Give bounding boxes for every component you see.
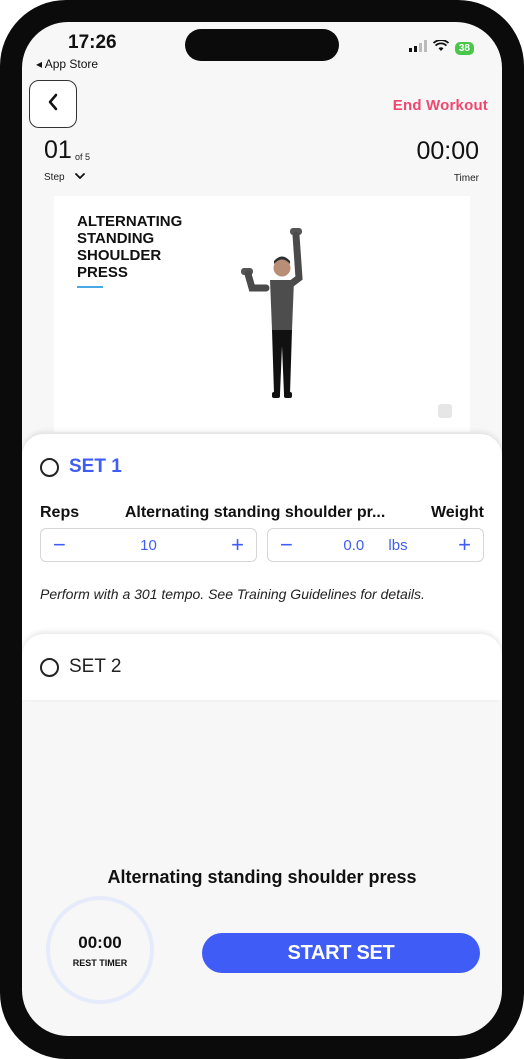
status-icons: 38 <box>408 39 474 57</box>
reps-increment-button[interactable]: + <box>231 534 244 556</box>
rest-timer: 00:00 REST TIMER <box>46 896 154 1004</box>
weight-header: Weight <box>430 504 484 521</box>
radio-empty-icon[interactable] <box>40 457 59 477</box>
timer-label: Timer <box>453 173 479 184</box>
weight-unit: lbs <box>388 536 408 554</box>
workout-timer: 00:00 <box>416 137 479 165</box>
step-label: Step <box>44 172 65 183</box>
current-exercise-name: Alternating standing shoulder press <box>107 867 417 887</box>
rest-timer-label: REST TIMER <box>72 957 128 968</box>
set-1-column-headers: Reps Alternating standing shoulder pr...… <box>40 504 484 522</box>
reps-value[interactable]: 10 <box>140 537 157 554</box>
signal-icon <box>408 39 427 57</box>
reps-header: Reps <box>40 504 80 521</box>
step-current: 01 <box>44 136 72 164</box>
step-total: of 5 <box>75 152 91 162</box>
exercise-header: Alternating standing shoulder pr... <box>124 504 386 521</box>
watermark-icon <box>438 404 452 418</box>
set-1-steppers: − 10 + − 0.0 lbs + <box>40 528 484 562</box>
reps-decrement-button[interactable]: − <box>53 534 66 556</box>
radio-empty-icon[interactable] <box>40 657 59 677</box>
set-1-card: SET 1 Reps Alternating standing shoulder… <box>22 434 502 664</box>
set-1-note: Perform with a 301 tempo. See Training G… <box>40 586 425 602</box>
set-2-header[interactable]: SET 2 <box>40 656 121 678</box>
start-set-button[interactable]: START SET <box>202 933 480 973</box>
weight-value-group[interactable]: 0.0 lbs <box>343 537 407 554</box>
battery-icon: 38 <box>454 41 474 55</box>
app-screen: 17:26 ◂ App Store 38 End Workout 01 of 5… <box>22 22 502 1036</box>
reps-stepper: − 10 + <box>40 528 257 562</box>
weight-decrement-button[interactable]: − <box>280 534 293 556</box>
weight-value: 0.0 <box>343 536 365 554</box>
weight-increment-button[interactable]: + <box>458 534 471 556</box>
set-2-label: SET 2 <box>69 656 122 677</box>
rest-timer-value: 00:00 <box>78 932 122 952</box>
chevron-down-icon <box>74 172 85 183</box>
exercise-image-title: Alternating standing shoulder press <box>77 213 183 281</box>
phone-frame: 17:26 ◂ App Store 38 End Workout 01 of 5… <box>0 0 524 1059</box>
set-1-header[interactable]: SET 1 <box>40 456 122 478</box>
back-app-label: App Store <box>44 57 99 71</box>
status-time: 17:26 <box>68 32 117 53</box>
set-1-label: SET 1 <box>69 456 122 477</box>
step-dropdown[interactable]: Step <box>44 172 85 183</box>
exercise-image: Alternating standing shoulder press <box>54 196 470 432</box>
end-workout-button[interactable]: End Workout <box>393 97 488 114</box>
exercise-figure <box>241 228 303 398</box>
wifi-icon <box>432 39 449 57</box>
set-2-card: SET 2 <box>22 634 502 700</box>
weight-stepper: − 0.0 lbs + <box>267 528 484 562</box>
dynamic-island <box>185 29 339 61</box>
back-button[interactable] <box>29 80 77 128</box>
back-to-app-store[interactable]: ◂ App Store <box>36 57 98 71</box>
back-chevron-icon <box>47 93 59 116</box>
title-underline <box>77 286 103 288</box>
